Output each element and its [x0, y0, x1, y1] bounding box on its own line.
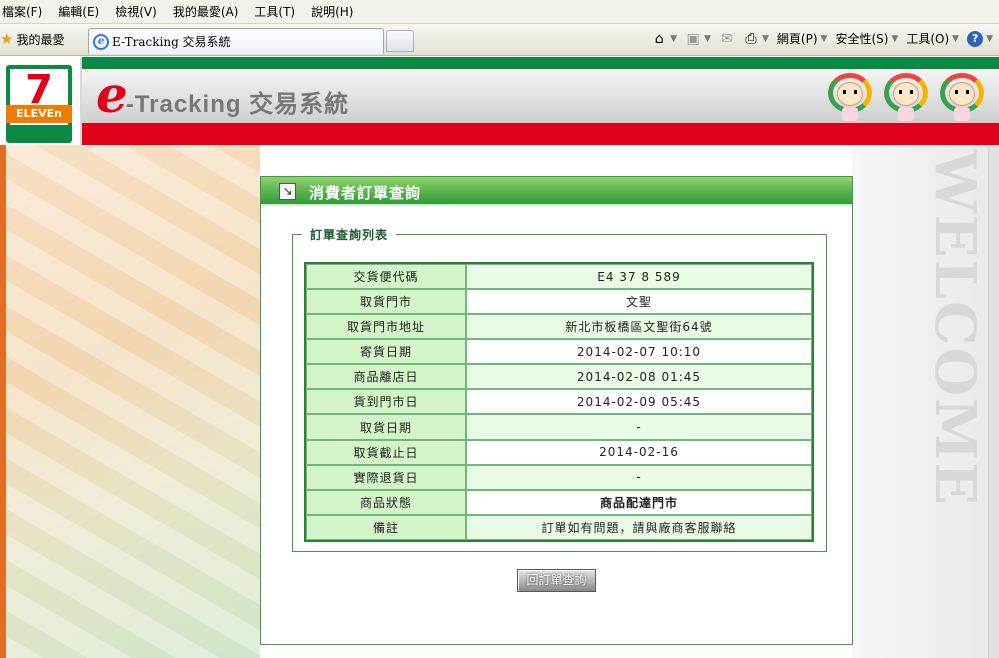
mail-button[interactable]: ✉: [719, 31, 735, 47]
row-value: 2014-02-08 01:45: [466, 364, 812, 390]
row-value: 文聖: [466, 289, 812, 315]
mail-icon: ✉: [721, 30, 733, 47]
menu-tools[interactable]: 工具(T): [254, 3, 295, 20]
help-button[interactable]: ? ▼: [967, 30, 993, 47]
chevron-down-icon: ▼: [952, 33, 960, 44]
back-to-query-button[interactable]: 回訂單查詢: [517, 569, 596, 592]
row-label: 貨到門市日: [306, 389, 466, 415]
ie-icon: e: [93, 33, 109, 50]
etracking-logo: e -Tracking 交易系統: [96, 70, 349, 120]
chevron-down-icon: ▼: [891, 33, 899, 44]
menu-edit[interactable]: 編輯(E): [58, 3, 99, 20]
safety-menu-button[interactable]: 安全性(S) ▼: [835, 30, 898, 47]
menu-favorites[interactable]: 我的最愛(A): [173, 3, 239, 20]
left-orange-strip: [0, 145, 6, 658]
logo-eleven: ELEVEn: [6, 105, 72, 123]
page-menu-button[interactable]: 網頁(P) ▼: [777, 30, 828, 47]
row-label: 商品離店日: [306, 364, 466, 390]
table-row: 取貨日期 -: [306, 414, 812, 440]
tools-menu-button[interactable]: 工具(O) ▼: [906, 30, 959, 47]
row-label: 取貨門市地址: [306, 314, 466, 340]
browser-tab-active[interactable]: e E-Tracking 交易系統: [88, 28, 384, 54]
row-label: 寄貨日期: [306, 339, 466, 365]
table-row: 商品離店日 2014-02-08 01:45: [306, 364, 812, 390]
new-tab-button[interactable]: [386, 30, 414, 52]
etracking-title: -Tracking 交易系統: [125, 91, 350, 118]
row-label: 實際退貨日: [306, 464, 466, 490]
safety-menu-label: 安全性(S): [835, 32, 889, 46]
row-label: 取貨截止日: [306, 439, 466, 465]
panel-header: ↘ 消費者訂單查詢: [261, 177, 852, 206]
chevron-down-icon: ▼: [670, 33, 678, 44]
order-info-table: 交貨便代碼 E4 37 8 589 取貨門市 文聖 取貨門市地址 新北市板橋區文聖街6…: [304, 262, 814, 542]
row-value: E4 37 8 589: [466, 264, 812, 290]
row-label: 備註: [306, 514, 466, 540]
row-value: 2014-02-07 10:10: [466, 339, 812, 365]
menu-help[interactable]: 說明(H): [311, 3, 353, 20]
command-bar: ⌂ ▼ ▣ ▼ ✉ ⎙ ▼ 網頁(P) ▼ 安全性(S) ▼ 工具(O) ▼ ? ▼: [643, 30, 993, 47]
chevron-down-icon: ▼: [704, 33, 711, 44]
table-row: 商品狀態 商品配達門市: [306, 489, 812, 515]
table-row: 取貨截止日 2014-02-16: [306, 439, 812, 465]
table-row: 取貨門市 文聖: [306, 289, 812, 315]
row-value: 新北市板橋區文聖街64號: [466, 314, 812, 340]
table-row: 實際退貨日 -: [306, 464, 812, 490]
help-icon: ?: [967, 30, 984, 47]
row-label: 取貨日期: [306, 414, 466, 440]
home-button[interactable]: ⌂ ▼: [651, 31, 677, 47]
row-label: 取貨門市: [306, 289, 466, 315]
etracking-e: e: [96, 65, 128, 124]
row-label: 商品狀態: [306, 489, 466, 515]
tab-title: E-Tracking 交易系統: [112, 35, 231, 49]
mascot-icon: [884, 73, 928, 121]
rss-icon: ▣: [686, 30, 700, 47]
menu-view[interactable]: 檢視(V): [115, 3, 157, 20]
chevron-down-icon: ▼: [820, 33, 828, 44]
order-list-legend: 訂單查詢列表: [302, 226, 397, 243]
right-border: [988, 145, 999, 658]
header-red-bar: [80, 123, 999, 145]
table-row: 交貨便代碼 E4 37 8 589: [306, 264, 812, 290]
favorites-button[interactable]: ★ 我的最愛: [0, 30, 64, 48]
row-value: -: [466, 464, 812, 490]
print-icon: ⎙: [745, 30, 757, 47]
table-row: 備註 訂單如有問題，請與廠商客服聯絡: [306, 514, 812, 540]
browser-menubar: 檔案(F) 編輯(E) 檢視(V) 我的最愛(A) 工具(T) 說明(H): [0, 0, 999, 24]
status-value: 商品配達門市: [466, 489, 812, 515]
row-label: 交貨便代碼: [306, 264, 466, 290]
print-button[interactable]: ⎙ ▼: [743, 31, 769, 47]
row-value: 訂單如有問題，請與廠商客服聯絡: [466, 514, 812, 540]
feeds-button[interactable]: ▣ ▼: [685, 31, 711, 47]
page-menu-label: 網頁(P): [776, 32, 818, 46]
favorites-label: 我的最愛: [16, 32, 65, 47]
row-value: -: [466, 414, 812, 440]
tools-menu-label: 工具(O): [906, 32, 950, 46]
arrow-icon: ↘: [279, 183, 296, 200]
menu-file[interactable]: 檔案(F): [2, 3, 42, 20]
mascot-icon: [828, 73, 872, 121]
table-row: 貨到門市日 2014-02-09 05:45: [306, 389, 812, 415]
table-row: 寄貨日期 2014-02-07 10:10: [306, 339, 812, 365]
keyboard-background-image: [0, 145, 260, 658]
row-value: 2014-02-16: [466, 439, 812, 465]
home-icon: ⌂: [654, 30, 664, 47]
row-value: 2014-02-09 05:45: [466, 389, 812, 415]
table-row: 取貨門市地址 新北市板橋區文聖街64號: [306, 314, 812, 340]
header-green-strip: [0, 57, 999, 69]
welcome-watermark: WELCOME: [922, 150, 988, 507]
mascot-icon: [940, 73, 984, 121]
chevron-down-icon: ▼: [761, 33, 769, 44]
browser-toolbar: ★ 我的最愛 e E-Tracking 交易系統 ⌂ ▼ ▣ ▼ ✉ ⎙ ▼ 網頁(P…: [0, 24, 999, 56]
seven-eleven-logo[interactable]: 7 ELEVEn: [0, 57, 82, 147]
chevron-down-icon: ▼: [986, 33, 993, 44]
panel-title: 消費者訂單查詢: [309, 184, 422, 202]
star-icon: ★: [0, 30, 14, 48]
